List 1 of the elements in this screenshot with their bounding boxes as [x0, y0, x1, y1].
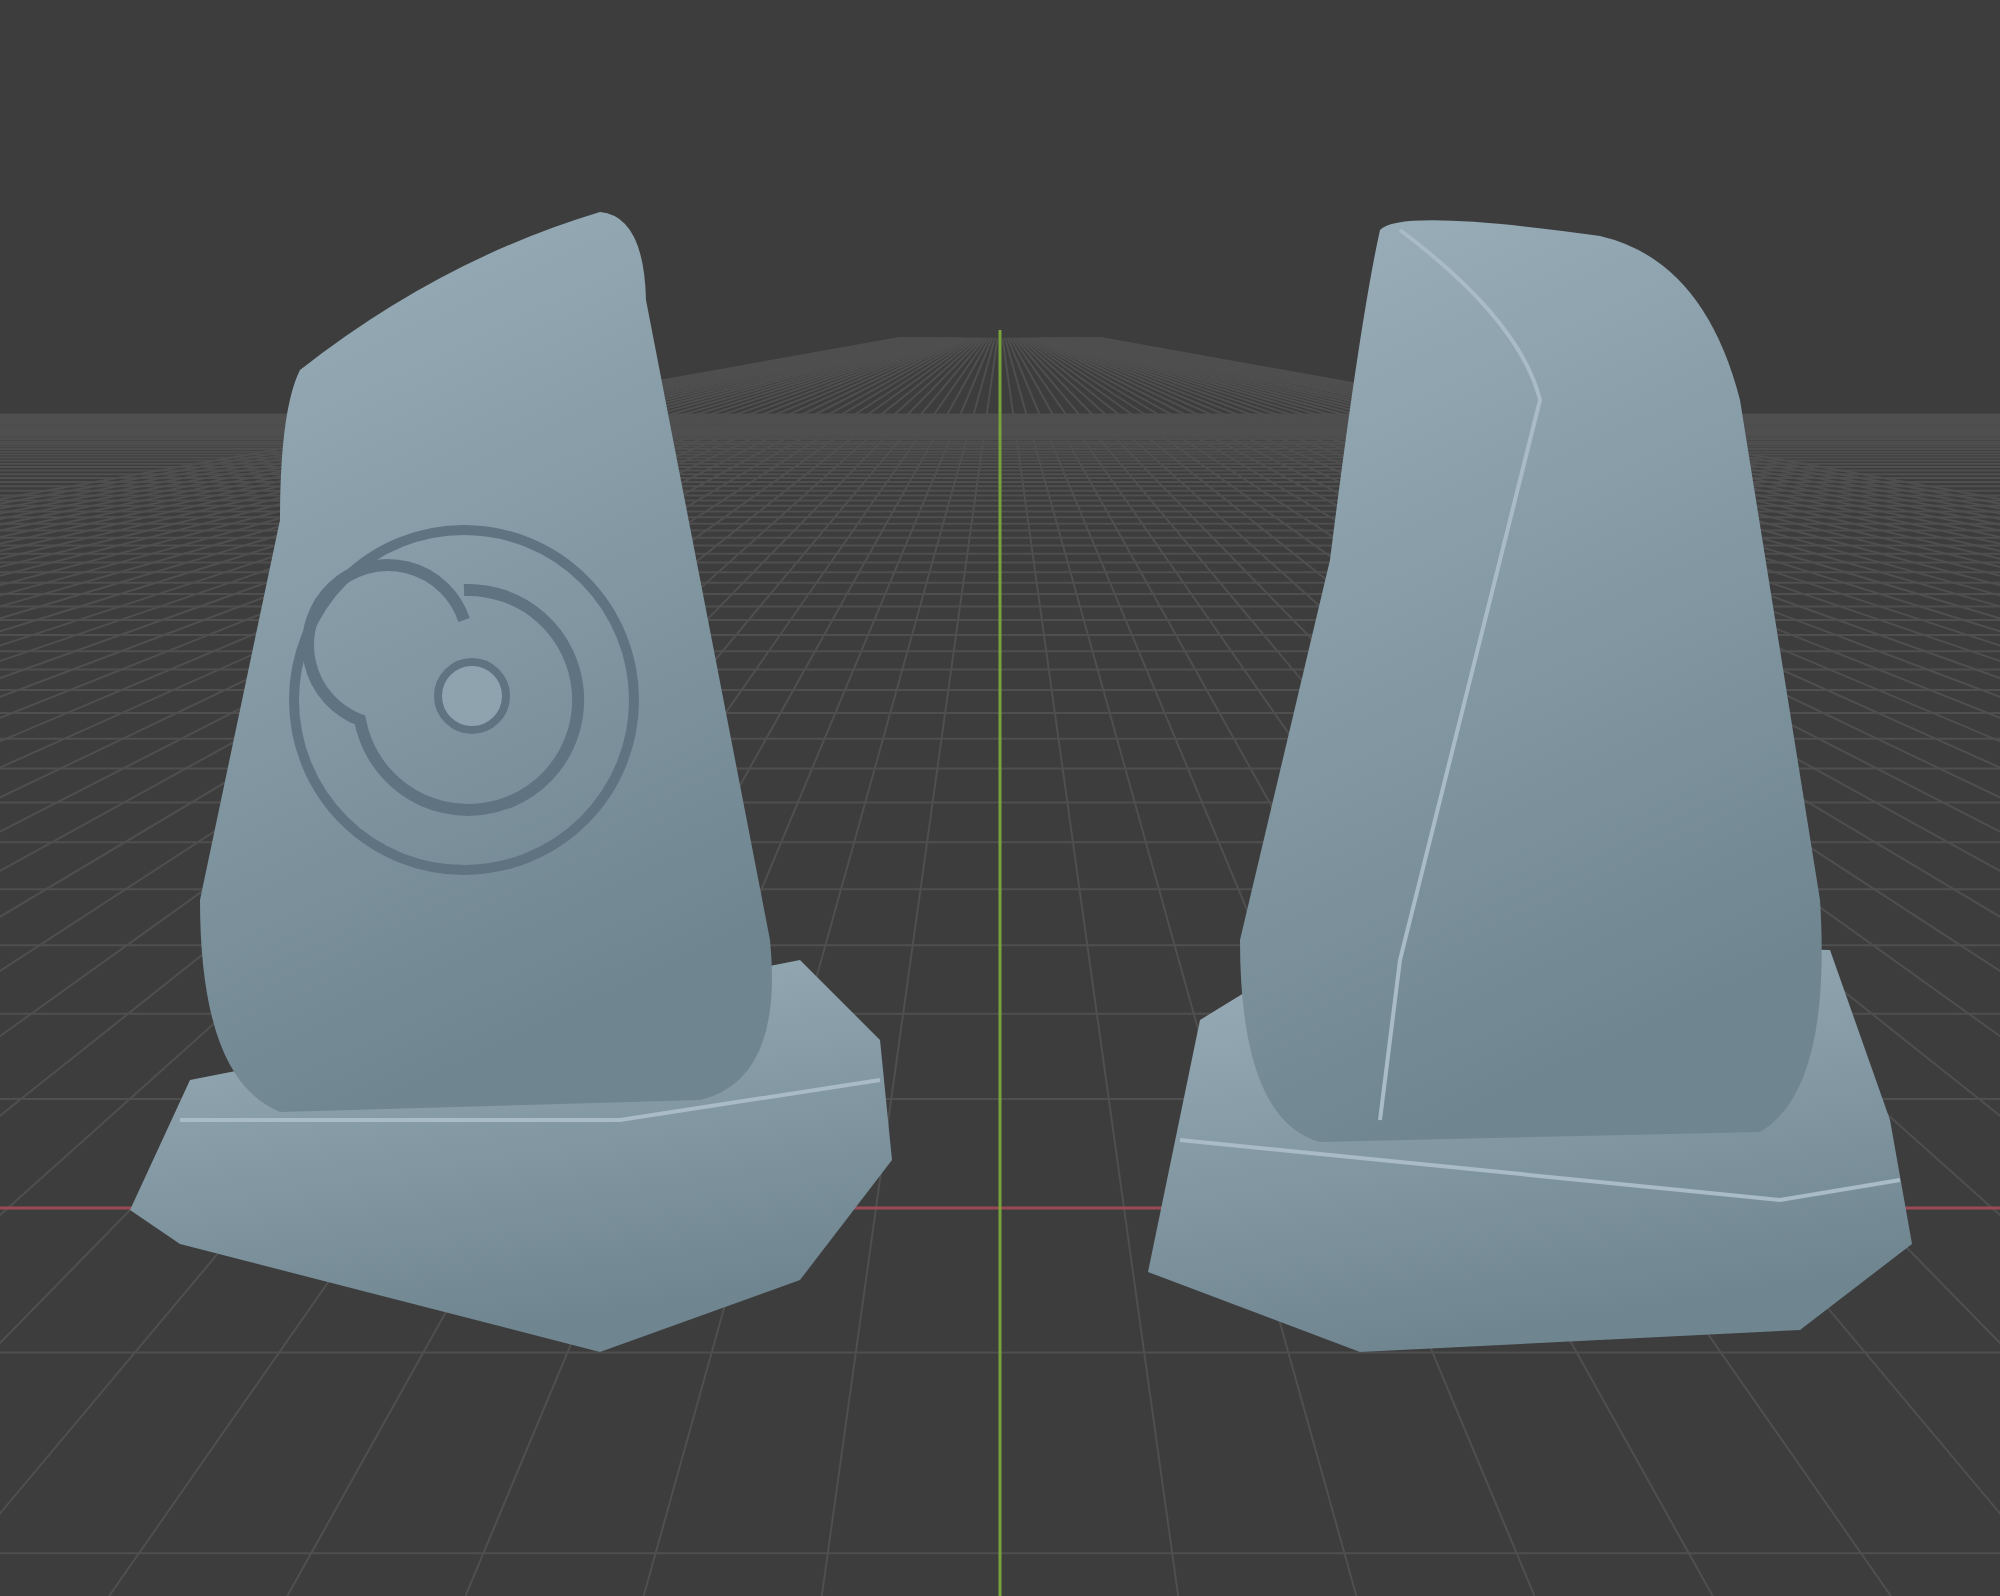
3d-viewport[interactable]: [0, 0, 2000, 1596]
